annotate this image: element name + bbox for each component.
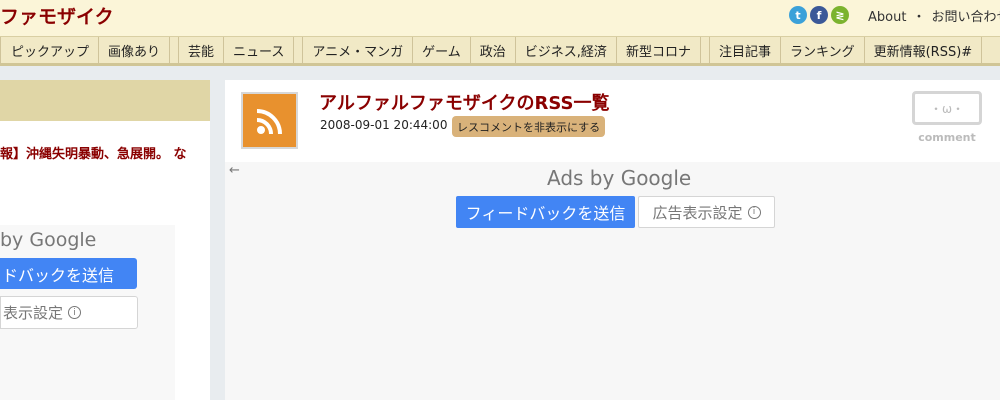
social-links: t f ≷ — [789, 6, 849, 24]
category-nav: ピックアップ 画像あり 芸能 ニュース アニメ・マンガ ゲーム 政治 ビジネス,… — [0, 36, 1000, 66]
nav-item-entertainment[interactable]: 芸能 — [178, 37, 225, 64]
nav-item-covid[interactable]: 新型コロナ — [617, 37, 701, 64]
nav-item-images[interactable]: 画像あり — [99, 37, 171, 64]
feedback-button[interactable]: フィードバックを送信 — [456, 196, 635, 228]
nav-item-rss[interactable]: 更新情報(RSS)# — [865, 37, 983, 64]
rss-icon[interactable] — [241, 92, 298, 149]
left-headline-link[interactable]: 報】沖縄失明暴動、急展開。 な — [0, 143, 200, 162]
nav-item-games[interactable]: ゲーム — [413, 37, 471, 64]
nav-item-business[interactable]: ビジネス,経済 — [516, 37, 617, 64]
left-ads-by-google: by Google — [0, 229, 97, 251]
comment-label: comment — [918, 131, 976, 144]
left-section-header — [0, 80, 210, 121]
nav-item-anime-manga[interactable]: アニメ・マンガ — [302, 37, 414, 64]
feedly-icon[interactable]: ≷ — [831, 6, 849, 24]
header-separator: ・ — [912, 10, 926, 25]
site-title[interactable]: ファモザイク — [0, 2, 114, 29]
ad-settings-button[interactable]: 広告表示設定 i — [638, 196, 775, 228]
hide-comments-button[interactable]: レスコメントを非表示にする — [452, 116, 606, 137]
nav-item-ranking[interactable]: ランキング — [781, 37, 865, 64]
ad-settings-label: 広告表示設定 — [652, 203, 743, 222]
contact-link[interactable]: お問い合わせ — [931, 10, 1000, 25]
facebook-icon[interactable]: f — [810, 6, 828, 24]
nav-item-featured[interactable]: 注目記事 — [708, 37, 781, 64]
entry-title[interactable]: アルファルファモザイクのRSS一覧 — [319, 89, 609, 115]
twitter-icon[interactable]: t — [789, 6, 807, 24]
ad-back-arrow-icon[interactable]: ← — [229, 163, 240, 178]
info-icon: i — [68, 306, 82, 319]
left-feedback-button[interactable]: ドバックを送信 — [0, 258, 137, 289]
info-icon: i — [747, 205, 761, 219]
left-ad-settings-label: 表示設定 — [3, 304, 64, 322]
left-ad-settings-button[interactable]: 表示設定 i — [0, 296, 138, 329]
nav-item-pickup[interactable]: ピックアップ — [0, 37, 100, 64]
nav-item-politics[interactable]: 政治 — [471, 37, 516, 64]
site-header: ファモザイク t f ≷ About ・お問い合わせ — [0, 0, 1000, 36]
nav-item-news[interactable]: ニュース — [224, 37, 295, 64]
header-links: About ・お問い合わせ — [868, 6, 1000, 25]
about-link[interactable]: About — [868, 10, 906, 25]
rss-glyph — [256, 108, 282, 134]
comment-icon[interactable]: ・ω・ — [912, 91, 982, 125]
ads-by-google: Ads by Google — [547, 166, 692, 190]
entry-date: 2008-09-01 20:44:00 — [320, 118, 448, 132]
